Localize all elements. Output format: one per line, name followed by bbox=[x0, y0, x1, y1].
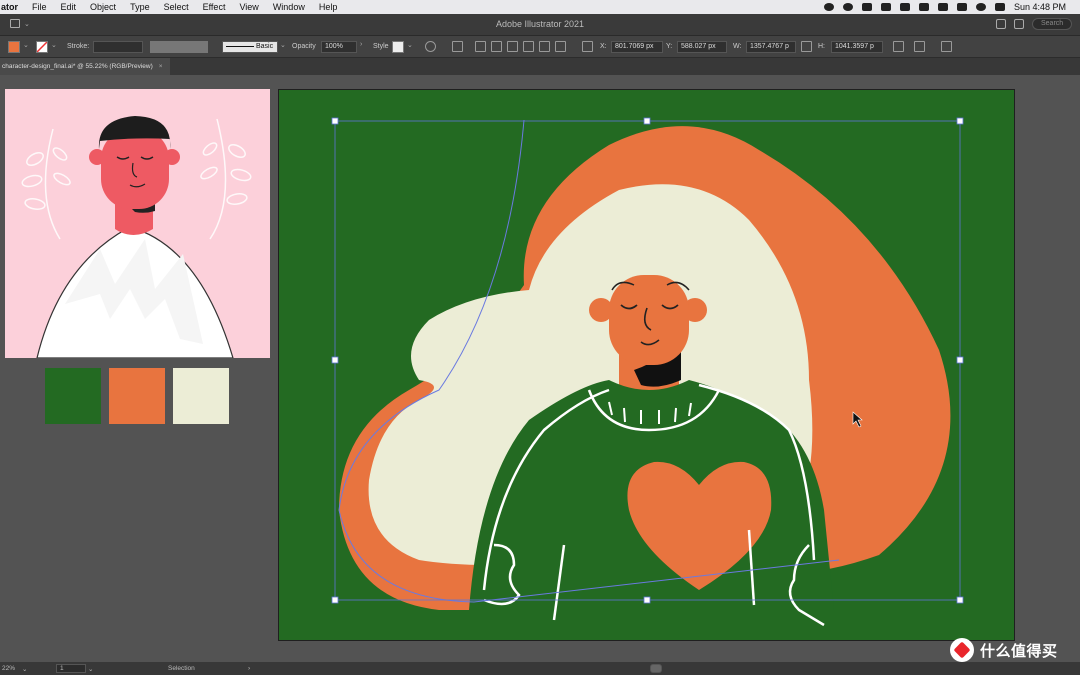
reference-point-icon[interactable] bbox=[582, 41, 593, 52]
chevron-down-icon[interactable]: ⌄ bbox=[22, 665, 27, 673]
menu-effect[interactable]: Effect bbox=[196, 2, 233, 12]
artboard-number[interactable]: 1 bbox=[60, 665, 64, 672]
menu-tray: Sun 4:48 PM bbox=[823, 2, 1080, 12]
stroke-label: Stroke: bbox=[67, 43, 90, 50]
face bbox=[101, 129, 169, 209]
control-bar: ⌄ ⌄ Stroke: Basic ⌄ Opacity 100% › Style… bbox=[0, 36, 1080, 58]
laurel-left-icon bbox=[21, 128, 71, 240]
main-artboard[interactable] bbox=[278, 89, 1015, 641]
menu-help[interactable]: Help bbox=[312, 2, 345, 12]
watermark: 什么值得买 bbox=[950, 638, 1058, 662]
title-bar: ⌄ Adobe Illustrator 2021 Search bbox=[0, 14, 1080, 36]
panel-icon[interactable] bbox=[996, 19, 1006, 29]
no-stroke-icon bbox=[36, 41, 48, 53]
y-label: Y: bbox=[666, 43, 673, 50]
laurel-right-icon bbox=[200, 118, 252, 240]
window-title: Adobe Illustrator 2021 bbox=[495, 19, 585, 29]
document-tab[interactable]: character-design_final.ai* @ 55.22% (RGB… bbox=[0, 58, 170, 75]
align-left-icon[interactable] bbox=[475, 41, 486, 52]
chevron-down-icon[interactable]: ⌄ bbox=[51, 41, 57, 49]
wifi-icon[interactable] bbox=[975, 3, 986, 11]
menu-object[interactable]: Object bbox=[83, 2, 123, 12]
brush-line bbox=[226, 45, 254, 47]
swatch-orange[interactable] bbox=[109, 368, 165, 424]
zoom-level[interactable]: 22% bbox=[2, 665, 15, 672]
arrange-icon[interactable] bbox=[1014, 19, 1024, 29]
align-top-icon[interactable] bbox=[523, 41, 534, 52]
menu-app-name[interactable]: ator bbox=[0, 2, 25, 12]
character-illustration bbox=[331, 117, 964, 627]
search-input[interactable]: Search bbox=[1032, 18, 1072, 30]
document-tab-label: character-design_final.ai* @ 55.22% (RGB… bbox=[2, 63, 153, 70]
variable-width-field[interactable] bbox=[150, 41, 208, 53]
style-label: Style bbox=[373, 43, 389, 50]
display-icon[interactable] bbox=[880, 3, 891, 11]
chevron-down-icon[interactable]: ⌄ bbox=[23, 41, 29, 49]
clock[interactable]: Sun 4:48 PM bbox=[1014, 2, 1066, 12]
recolor-icon[interactable] bbox=[425, 41, 436, 52]
cast-icon[interactable] bbox=[956, 3, 967, 11]
chevron-down-icon[interactable]: ⌄ bbox=[407, 41, 413, 49]
circle-icon[interactable] bbox=[842, 3, 853, 11]
style-swatch[interactable] bbox=[392, 41, 404, 53]
reference-artboard[interactable] bbox=[5, 89, 270, 358]
chevron-right-icon[interactable]: › bbox=[360, 41, 362, 48]
stroke-swatch[interactable] bbox=[36, 41, 48, 53]
box-icon[interactable] bbox=[861, 3, 872, 11]
align-vcenter-icon[interactable] bbox=[539, 41, 550, 52]
menu-select[interactable]: Select bbox=[157, 2, 196, 12]
cloud-icon[interactable] bbox=[899, 3, 910, 11]
menu-type[interactable]: Type bbox=[123, 2, 157, 12]
align-hcenter-icon[interactable] bbox=[491, 41, 502, 52]
align-bottom-icon[interactable] bbox=[555, 41, 566, 52]
menu-edit[interactable]: Edit bbox=[54, 2, 84, 12]
airplay-icon[interactable] bbox=[937, 3, 948, 11]
y-field[interactable]: 588.027 px bbox=[677, 41, 727, 53]
watermark-text: 什么值得买 bbox=[980, 642, 1058, 660]
align-right-icon[interactable] bbox=[507, 41, 518, 52]
status-bar: 22% ⌄ 1 ⌄ Selection › bbox=[0, 662, 1080, 675]
x-label: X: bbox=[600, 43, 607, 50]
h-label: H: bbox=[818, 43, 825, 50]
watermark-logo-icon bbox=[950, 638, 974, 662]
x-field[interactable]: 801.7069 px bbox=[611, 41, 663, 53]
chevron-down-icon[interactable]: ⌄ bbox=[280, 41, 286, 49]
opacity-label[interactable]: Opacity bbox=[292, 41, 316, 53]
w-label: W: bbox=[733, 43, 742, 50]
brush-definition[interactable]: Basic bbox=[222, 41, 278, 53]
close-icon[interactable]: × bbox=[159, 63, 163, 70]
opacity-field[interactable]: 100% bbox=[321, 41, 357, 53]
isolate-icon[interactable] bbox=[914, 41, 925, 52]
face bbox=[609, 275, 689, 365]
menu-bar: ator File Edit Object Type Select Effect… bbox=[0, 0, 1080, 14]
link-icon[interactable] bbox=[801, 41, 812, 52]
scroll-thumb[interactable] bbox=[650, 664, 662, 673]
w-field[interactable]: 1357.4767 p bbox=[746, 41, 796, 53]
menu-window[interactable]: Window bbox=[266, 2, 312, 12]
fill-swatch[interactable] bbox=[8, 41, 20, 53]
titlebar-tools: Search bbox=[996, 18, 1072, 30]
battery-icon[interactable] bbox=[994, 3, 1005, 11]
panel-menu-icon[interactable] bbox=[941, 41, 952, 52]
stroke-weight-field[interactable] bbox=[93, 41, 143, 53]
h-field[interactable]: 1041.3597 p bbox=[831, 41, 883, 53]
transform-icon[interactable] bbox=[893, 41, 904, 52]
record-icon[interactable] bbox=[823, 3, 834, 11]
chevron-right-icon[interactable]: › bbox=[248, 665, 250, 672]
brush-label: Basic bbox=[255, 43, 274, 50]
swatch-green[interactable] bbox=[45, 368, 101, 424]
swatch-cream[interactable] bbox=[173, 368, 229, 424]
menu-view[interactable]: View bbox=[232, 2, 265, 12]
align-to-icon[interactable] bbox=[452, 41, 463, 52]
reference-illustration bbox=[21, 116, 252, 358]
grid-icon[interactable] bbox=[918, 3, 929, 11]
current-tool: Selection bbox=[168, 665, 195, 672]
document-tab-bar: character-design_final.ai* @ 55.22% (RGB… bbox=[0, 58, 1080, 75]
chevron-down-icon[interactable]: ⌄ bbox=[88, 665, 93, 673]
menu-file[interactable]: File bbox=[25, 2, 54, 12]
